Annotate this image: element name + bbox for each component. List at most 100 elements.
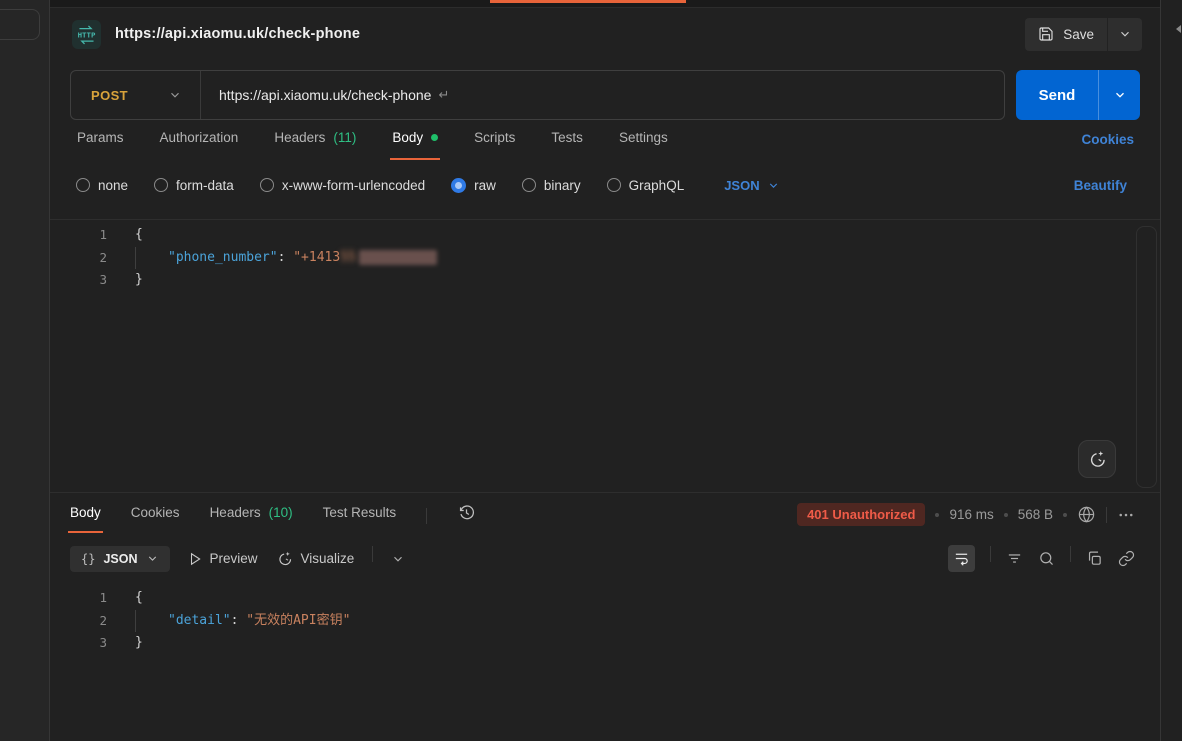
radio-icon — [154, 178, 168, 192]
language-selector[interactable]: JSON — [724, 178, 779, 193]
tab-tests-label: Tests — [551, 130, 583, 145]
request-panel: HTTP https://api.xiaomu.uk/check-phone — [50, 0, 1160, 741]
modified-dot-icon — [431, 134, 438, 141]
tab-scripts[interactable]: Scripts — [474, 130, 515, 160]
tab-headers[interactable]: Headers(11) — [274, 130, 356, 160]
radio-icon — [260, 178, 274, 192]
search-icon[interactable] — [1038, 550, 1055, 567]
response-body-editor[interactable]: 1 { 2 "detail": "无效的API密钥" 3 } — [50, 580, 1160, 655]
radio-binary[interactable]: binary — [522, 178, 581, 193]
save-icon — [1038, 26, 1054, 42]
response-headers-count-badge: (10) — [269, 505, 293, 520]
separator — [1070, 546, 1071, 562]
radio-none[interactable]: none — [76, 178, 128, 193]
copy-icon[interactable] — [1086, 550, 1103, 567]
chevron-down-icon[interactable] — [391, 552, 405, 566]
collapse-panel-icon[interactable] — [1173, 22, 1182, 40]
request-body-editor[interactable]: 1 { 2 "phone_number": "+141355 3 } — [50, 219, 1160, 492]
word-wrap-icon[interactable] — [948, 545, 975, 572]
code-brace: { — [135, 590, 143, 605]
url-input[interactable]: https://api.xiaomu.uk/check-phone — [219, 87, 431, 103]
tab-settings[interactable]: Settings — [619, 130, 668, 160]
send-split-button: Send — [1016, 70, 1140, 120]
tab-tests[interactable]: Tests — [551, 130, 583, 160]
send-button[interactable]: Send — [1016, 70, 1098, 120]
enter-key-hint: ↵ — [438, 87, 449, 103]
beautify-link[interactable]: Beautify — [1074, 178, 1127, 193]
code-string: "+1413 — [293, 250, 340, 265]
separator — [990, 546, 991, 562]
language-selected-value: JSON — [724, 178, 759, 193]
code-colon: : — [231, 613, 247, 628]
radio-x-www-form-urlencoded[interactable]: x-www-form-urlencoded — [260, 178, 425, 193]
line-number: 2 — [50, 610, 107, 633]
response-format-selector[interactable]: {} JSON — [70, 546, 170, 572]
body-type-row: none form-data x-www-form-urlencoded raw… — [50, 169, 1160, 201]
line-number: 3 — [50, 269, 107, 292]
send-options-button[interactable] — [1098, 70, 1140, 120]
dot-separator-icon — [1063, 513, 1067, 517]
radio-icon — [607, 178, 621, 192]
code-key: "phone_number" — [168, 250, 278, 265]
radio-form-data-label: form-data — [176, 178, 234, 193]
code-line: 1 { — [50, 224, 1160, 247]
visualize-label: Visualize — [301, 551, 355, 566]
tab-headers-label: Headers — [274, 130, 325, 145]
response-time[interactable]: 916 ms — [949, 507, 993, 522]
tab-params[interactable]: Params — [77, 130, 124, 160]
editor-scrollbar[interactable] — [1136, 226, 1157, 488]
response-panel: Body Cookies Headers(10) Test Results 40… — [50, 492, 1160, 655]
radio-raw[interactable]: raw — [451, 178, 496, 193]
response-tab-body[interactable]: Body — [70, 505, 101, 533]
url-row: POST https://api.xiaomu.uk/check-phone ↵… — [70, 70, 1140, 120]
radio-binary-label: binary — [544, 178, 581, 193]
response-tab-test-results-label: Test Results — [323, 505, 397, 520]
save-button[interactable]: Save — [1025, 18, 1107, 51]
chevron-down-icon — [146, 552, 159, 565]
radio-icon — [522, 178, 536, 192]
redacted-digits: 55 — [340, 250, 356, 265]
tab-authorization-label: Authorization — [160, 130, 239, 145]
separator — [1106, 507, 1107, 523]
code-line: 1 { — [50, 587, 1160, 610]
method-chevron-icon[interactable] — [168, 88, 182, 102]
response-size[interactable]: 568 B — [1018, 507, 1053, 522]
link-icon[interactable] — [1118, 550, 1135, 567]
code-brace: { — [135, 227, 143, 242]
code-string: "无效的API密钥" — [246, 613, 350, 628]
chevron-down-icon — [1118, 27, 1132, 41]
response-action-icons — [948, 545, 1135, 572]
save-button-label: Save — [1063, 27, 1094, 42]
network-globe-icon[interactable] — [1077, 505, 1096, 524]
tab-body[interactable]: Body — [392, 130, 438, 160]
response-tab-headers[interactable]: Headers(10) — [210, 505, 293, 533]
response-history-icon[interactable] — [457, 503, 476, 527]
response-tab-cookies-label: Cookies — [131, 505, 180, 520]
status-badge[interactable]: 401 Unauthorized — [797, 503, 925, 526]
radio-checked-icon — [451, 178, 466, 193]
chevron-down-icon — [767, 179, 780, 192]
save-options-button[interactable] — [1107, 18, 1142, 51]
request-title: https://api.xiaomu.uk/check-phone — [115, 26, 360, 42]
separator — [426, 508, 427, 524]
filter-icon[interactable] — [1006, 550, 1023, 567]
response-tab-test-results[interactable]: Test Results — [323, 505, 397, 533]
cookies-link[interactable]: Cookies — [1081, 132, 1134, 147]
tab-params-label: Params — [77, 130, 124, 145]
sparkle-orb-icon — [276, 550, 293, 567]
http-request-icon: HTTP — [72, 20, 101, 49]
postbot-button[interactable] — [1078, 440, 1116, 478]
tab-scripts-label: Scripts — [474, 130, 515, 145]
preview-button[interactable]: Preview — [188, 551, 258, 566]
radio-raw-label: raw — [474, 178, 496, 193]
radio-none-label: none — [98, 178, 128, 193]
tabbar-edge — [50, 0, 1160, 8]
visualize-button[interactable]: Visualize — [276, 550, 355, 567]
response-tab-cookies[interactable]: Cookies — [131, 505, 180, 533]
document-header: HTTP https://api.xiaomu.uk/check-phone — [50, 8, 1160, 60]
method-selector[interactable]: POST — [91, 88, 128, 103]
radio-form-data[interactable]: form-data — [154, 178, 234, 193]
radio-graphql[interactable]: GraphQL — [607, 178, 685, 193]
more-options-icon[interactable] — [1117, 506, 1135, 524]
tab-authorization[interactable]: Authorization — [160, 130, 239, 160]
